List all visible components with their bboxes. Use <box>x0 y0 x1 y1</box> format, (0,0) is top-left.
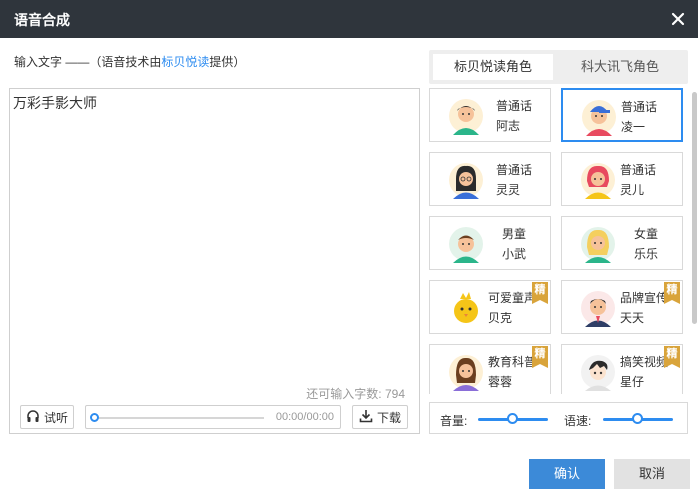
cancel-button[interactable]: 取消 <box>614 459 690 489</box>
voice-name: 灵儿 <box>620 183 645 197</box>
avatar-businessman-icon <box>580 289 616 327</box>
preview-label: 试听 <box>43 410 68 425</box>
voice-type: 教育科普 <box>488 355 537 369</box>
voice-list-scrollbar[interactable] <box>691 88 698 394</box>
avatar-boy-icon <box>448 225 484 263</box>
volume-slider-handle[interactable] <box>507 413 518 424</box>
avatar-man-icon <box>448 97 484 135</box>
voice-name: 凌一 <box>621 120 646 134</box>
premium-badge: 精 <box>664 282 680 304</box>
voice-name: 蓉蓉 <box>488 375 513 389</box>
text-input-area[interactable]: 万彩手影大师 还可输入字数: 794 试听 00:00/00:00 下载 <box>9 88 420 434</box>
voice-name: 小武 <box>502 247 527 261</box>
input-text[interactable]: 万彩手影大师 <box>13 93 97 113</box>
progress-track[interactable] <box>94 417 264 419</box>
voice-card-lingyi[interactable]: 普通话 凌一 <box>561 88 683 142</box>
preview-button[interactable]: 试听 <box>20 405 74 429</box>
progress-handle[interactable] <box>90 413 99 422</box>
voice-type: 可爱童声 <box>488 291 537 305</box>
voice-card-xingzai[interactable]: 搞笑视频 星仔 精 <box>561 344 683 394</box>
download-icon <box>359 409 373 426</box>
voice-card-lele[interactable]: 女童 乐乐 <box>561 216 683 270</box>
provider-link[interactable]: 标贝悦读 <box>161 55 209 69</box>
title-bar: 语音合成 <box>0 0 698 38</box>
confirm-button[interactable]: 确认 <box>529 459 605 489</box>
audio-progress-bar[interactable]: 00:00/00:00 <box>85 405 341 429</box>
avatar-woman-glasses-icon <box>448 161 484 199</box>
volume-label: 音量: <box>440 414 468 428</box>
voice-name: 灵灵 <box>496 183 521 197</box>
voice-type: 普通话 <box>496 163 533 177</box>
voice-card-tiantian[interactable]: 品牌宣传 天天 精 <box>561 280 683 334</box>
remaining-count: 794 <box>384 387 405 401</box>
voice-type: 普通话 <box>496 99 533 113</box>
voice-type: 女童 <box>634 227 659 241</box>
instruction-prefix: 输入文字 ——（语音技术由 <box>14 55 162 69</box>
voice-name: 贝克 <box>488 311 513 325</box>
speed-slider-handle[interactable] <box>632 413 643 424</box>
avatar-boy-cap-icon <box>581 98 617 136</box>
voice-name: 星仔 <box>620 375 645 389</box>
voice-card-rongrong[interactable]: 教育科普 蓉蓉 精 <box>429 344 551 394</box>
voice-provider-tabs: 标贝悦读角色 科大讯飞角色 <box>429 50 688 84</box>
voice-name: 阿志 <box>496 119 521 133</box>
scrollbar-thumb[interactable] <box>692 92 697 324</box>
avatar-cartoon-boy-icon <box>580 353 616 391</box>
speed-label: 语速: <box>564 414 592 428</box>
voice-settings-bar: 音量: 语速: <box>429 402 688 434</box>
remaining-chars: 还可输入字数: 794 <box>306 385 405 402</box>
premium-badge: 精 <box>664 346 680 368</box>
download-button[interactable]: 下载 <box>352 405 408 429</box>
tab-biaobei[interactable]: 标贝悦读角色 <box>433 54 553 80</box>
voice-card-beike[interactable]: 可爱童声 贝克 精 <box>429 280 551 334</box>
voice-type: 普通话 <box>620 163 657 177</box>
download-label: 下载 <box>376 410 401 425</box>
voice-name: 天天 <box>620 311 645 325</box>
premium-badge: 精 <box>532 346 548 368</box>
avatar-chick-icon <box>448 289 484 327</box>
voice-type: 品牌宣传 <box>620 291 669 305</box>
close-icon[interactable] <box>668 9 688 29</box>
voice-card-xiaowu[interactable]: 男童 小武 <box>429 216 551 270</box>
avatar-woman-teacher-icon <box>448 353 484 391</box>
remaining-label: 还可输入字数: <box>306 387 382 401</box>
voice-card-azhi[interactable]: 普通话 阿志 <box>429 88 551 142</box>
instruction-suffix: 提供） <box>209 55 246 69</box>
voice-card-linger[interactable]: 普通话 灵儿 <box>561 152 683 206</box>
voice-list: 普通话 阿志 普通话 凌一 普通话 灵灵 普通话 灵儿 男童 小武 女童 乐乐 … <box>429 88 688 394</box>
headphones-icon <box>26 409 40 426</box>
premium-badge: 精 <box>532 282 548 304</box>
avatar-girl-blonde-icon <box>580 225 616 263</box>
playback-time: 00:00/00:00 <box>275 411 334 423</box>
voice-type: 普通话 <box>621 100 658 114</box>
window-title: 语音合成 <box>14 12 70 28</box>
input-instruction: 输入文字 ——（语音技术由标贝悦读提供） <box>14 53 245 70</box>
voice-type: 搞笑视频 <box>620 355 669 369</box>
voice-card-lingling[interactable]: 普通话 灵灵 <box>429 152 551 206</box>
voice-type: 男童 <box>502 227 527 241</box>
voice-name: 乐乐 <box>634 247 659 261</box>
avatar-girl-red-hair-icon <box>580 161 616 199</box>
tab-iflytek[interactable]: 科大讯飞角色 <box>560 54 680 80</box>
